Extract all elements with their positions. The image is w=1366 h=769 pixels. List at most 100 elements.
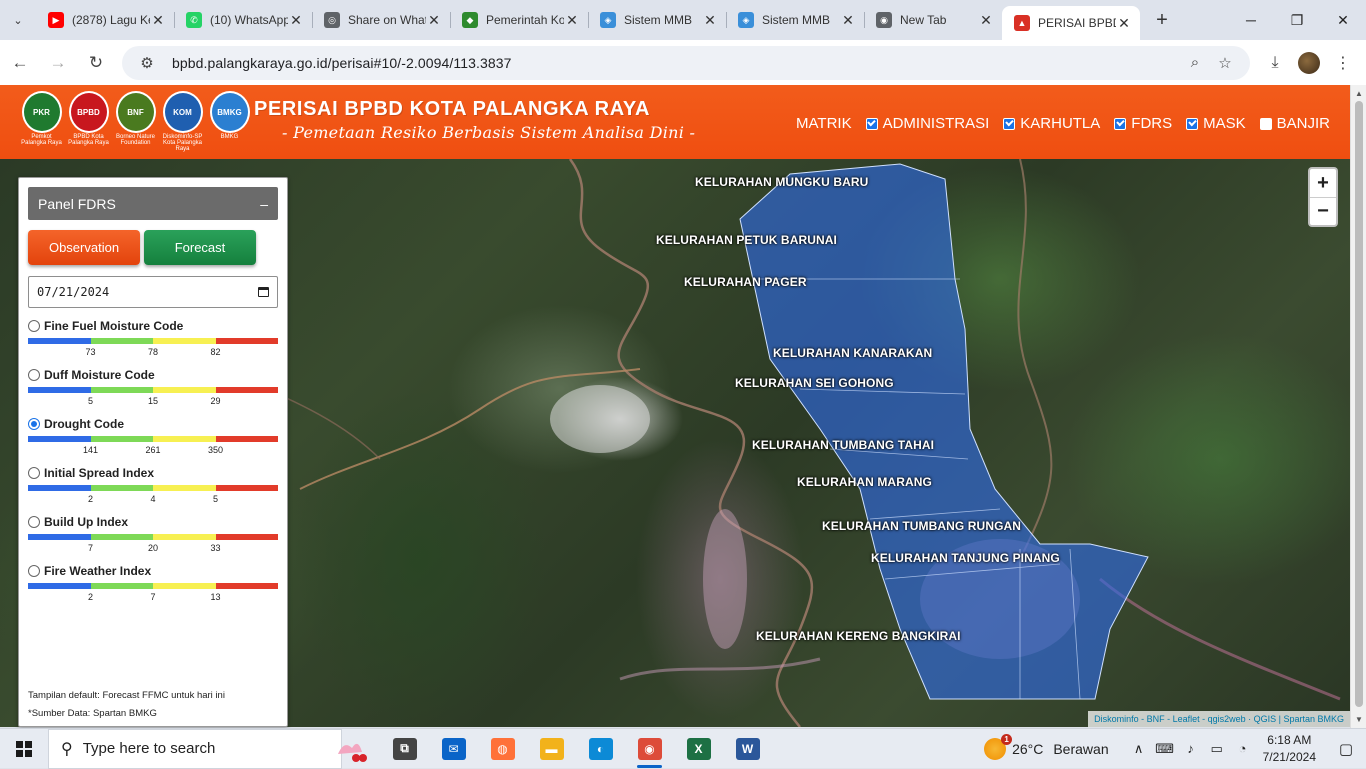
index-option[interactable]: Build Up Index bbox=[28, 514, 278, 530]
map-attribution[interactable]: Diskominfo - BNF - Leaflet - qgis2web · … bbox=[1088, 711, 1350, 727]
page-scrollbar[interactable]: ▲ ▼ bbox=[1350, 85, 1366, 728]
close-tab-icon[interactable]: ✕ bbox=[564, 12, 580, 29]
battery-icon[interactable]: ▭ bbox=[1205, 741, 1229, 757]
new-tab-button[interactable]: + bbox=[1146, 4, 1178, 36]
close-tab-icon[interactable]: ✕ bbox=[288, 12, 304, 29]
nav-matrik[interactable]: MATRIK bbox=[796, 115, 852, 132]
nav-administrasi[interactable]: ADMINISTRASI bbox=[865, 115, 989, 132]
nav-karhutla[interactable]: KARHUTLA bbox=[1003, 115, 1100, 132]
index-option[interactable]: Fire Weather Index bbox=[28, 563, 278, 579]
browser-tab[interactable]: ◎ Share on WhatsApp✕ bbox=[312, 4, 450, 36]
close-tab-icon[interactable]: ✕ bbox=[978, 12, 994, 29]
index-radio[interactable] bbox=[28, 418, 40, 430]
window-controls: ─ ❐ ✕ bbox=[1228, 0, 1366, 40]
close-tab-icon[interactable]: ✕ bbox=[702, 12, 718, 29]
forward-arrow-icon[interactable]: → bbox=[40, 45, 76, 81]
close-tab-icon[interactable]: ✕ bbox=[840, 12, 856, 29]
restore-icon[interactable]: ❐ bbox=[1274, 0, 1320, 40]
forecast-button[interactable]: Forecast bbox=[144, 230, 256, 265]
scale-tick-label: 20 bbox=[147, 543, 159, 553]
download-icon[interactable]: ⤓ bbox=[1258, 46, 1292, 80]
notification-icon[interactable]: ▢ bbox=[1326, 729, 1366, 769]
zoom-icon[interactable]: ⌕ bbox=[1180, 54, 1210, 71]
bookmark-star-icon[interactable]: ☆ bbox=[1210, 54, 1240, 72]
browser-tab[interactable]: ◈ Sistem MMB ✕ bbox=[588, 4, 726, 36]
browser-tab[interactable]: ◉ New Tab ✕ bbox=[864, 4, 1002, 36]
tab-search-chevron-icon[interactable]: ⌄ bbox=[0, 0, 36, 40]
input-method-icon[interactable]: ⌨ bbox=[1153, 741, 1177, 757]
start-button[interactable] bbox=[0, 729, 48, 769]
zoom-in-button[interactable]: + bbox=[1310, 169, 1336, 197]
index-option[interactable]: Initial Spread Index bbox=[28, 465, 278, 481]
calendar-icon[interactable] bbox=[258, 287, 269, 297]
taskbar-task-view[interactable]: ⧉ bbox=[380, 729, 429, 769]
nav-banjir[interactable]: BANJIR bbox=[1259, 115, 1330, 132]
scroll-down-icon[interactable]: ▼ bbox=[1355, 715, 1363, 724]
chevron-up-icon[interactable]: ∧ bbox=[1127, 741, 1151, 757]
taskbar-firefox[interactable]: ◍ bbox=[478, 729, 527, 769]
system-clock[interactable]: 6:18 AM 7/21/2024 bbox=[1263, 732, 1316, 766]
zoom-out-button[interactable]: − bbox=[1310, 197, 1336, 225]
taskbar-edge[interactable]: ◐ bbox=[576, 729, 625, 769]
tab-title: PERISAI BPBD bbox=[1038, 16, 1116, 30]
url-text[interactable]: bpbd.palangkaraya.go.id/perisai#10/-2.00… bbox=[172, 55, 1180, 71]
reload-icon[interactable]: ↻ bbox=[78, 45, 114, 81]
excel-icon: X bbox=[686, 737, 711, 760]
scroll-thumb[interactable] bbox=[1355, 101, 1363, 707]
close-tab-icon[interactable]: ✕ bbox=[150, 12, 166, 29]
taskbar-word[interactable]: W bbox=[723, 729, 772, 769]
address-bar[interactable]: ⚙ bpbd.palangkaraya.go.id/perisai#10/-2.… bbox=[122, 45, 1250, 80]
layer-checkbox[interactable] bbox=[1003, 117, 1016, 130]
youtube-icon: ▶ bbox=[48, 12, 64, 28]
date-input[interactable]: 07/21/2024 bbox=[28, 276, 278, 308]
browser-tab[interactable]: ✆ (10) WhatsApp ✕ bbox=[174, 4, 312, 36]
nav-label: BANJIR bbox=[1276, 115, 1330, 132]
browser-tab[interactable]: ▲ PERISAI BPBD ✕ bbox=[1002, 6, 1140, 40]
nav-fdrs[interactable]: FDRS bbox=[1114, 115, 1172, 132]
index-option[interactable]: Drought Code bbox=[28, 416, 278, 432]
index-radio[interactable] bbox=[28, 565, 40, 577]
close-tab-icon[interactable]: ✕ bbox=[1116, 15, 1132, 32]
layer-checkbox[interactable] bbox=[1259, 117, 1272, 130]
taskbar-file-explorer[interactable]: ▬ bbox=[527, 729, 576, 769]
browser-tab[interactable]: ◆ Pemerintah Kota✕ bbox=[450, 4, 588, 36]
taskbar-chrome[interactable]: ◉ bbox=[625, 729, 674, 769]
scale-tick-label: 15 bbox=[147, 396, 159, 406]
taskbar-mail[interactable]: ✉ bbox=[429, 729, 478, 769]
weather-widget[interactable]: 1 26°C Berawan bbox=[984, 734, 1109, 760]
index-option[interactable]: Fine Fuel Moisture Code bbox=[28, 318, 278, 334]
layer-checkbox[interactable] bbox=[1114, 117, 1127, 130]
profile-avatar[interactable] bbox=[1298, 51, 1320, 74]
menu-kebab-icon[interactable]: ⋮ bbox=[1326, 46, 1360, 80]
bpbd-icon: ▲ bbox=[1014, 15, 1030, 31]
site-info-icon[interactable]: ⚙ bbox=[132, 54, 162, 72]
index-radio[interactable] bbox=[28, 369, 40, 381]
index-option[interactable]: Duff Moisture Code bbox=[28, 367, 278, 383]
layer-checkbox[interactable] bbox=[1186, 117, 1199, 130]
layer-checkbox[interactable] bbox=[865, 117, 878, 130]
close-window-icon[interactable]: ✕ bbox=[1320, 0, 1366, 40]
site-subtitle: - Pemetaan Resiko Berbasis Sistem Analis… bbox=[282, 123, 696, 142]
nav-mask[interactable]: MASK bbox=[1186, 115, 1246, 132]
scroll-up-icon[interactable]: ▲ bbox=[1355, 89, 1363, 98]
minimize-icon[interactable]: ─ bbox=[1228, 0, 1274, 40]
index-radio[interactable] bbox=[28, 467, 40, 479]
collapse-icon[interactable]: – bbox=[260, 196, 268, 212]
browser-tab-strip: ⌄ ▶(2878) Lagu Kenangan✕✆(10) WhatsApp✕◎… bbox=[0, 0, 1366, 40]
volume-icon[interactable]: ♪ bbox=[1179, 741, 1203, 757]
wifi-icon[interactable]: ◔ bbox=[1231, 741, 1255, 757]
fdrs-panel: Panel FDRS – Observation Forecast 07/21/… bbox=[18, 177, 288, 727]
index-radio[interactable] bbox=[28, 516, 40, 528]
back-arrow-icon[interactable]: ← bbox=[2, 45, 38, 81]
logo-emblem-icon: BMKG bbox=[209, 91, 250, 133]
index-radio[interactable] bbox=[28, 320, 40, 332]
date-value: 07/21/2024 bbox=[37, 285, 110, 299]
layer-nav: MATRIK ADMINISTRASI KARHUTLA FDRS MASK BANJIR bbox=[796, 115, 1330, 132]
browser-tab[interactable]: ▶ (2878) Lagu Kenangan✕ bbox=[36, 4, 174, 36]
taskbar-search[interactable]: ⚲ Type here to search bbox=[48, 728, 342, 769]
close-tab-icon[interactable]: ✕ bbox=[426, 12, 442, 29]
browser-tab[interactable]: ◈ Sistem MMB ✕ bbox=[726, 4, 864, 36]
search-highlight-icon[interactable] bbox=[330, 734, 370, 764]
taskbar-excel[interactable]: X bbox=[674, 729, 723, 769]
observation-button[interactable]: Observation bbox=[28, 230, 140, 265]
